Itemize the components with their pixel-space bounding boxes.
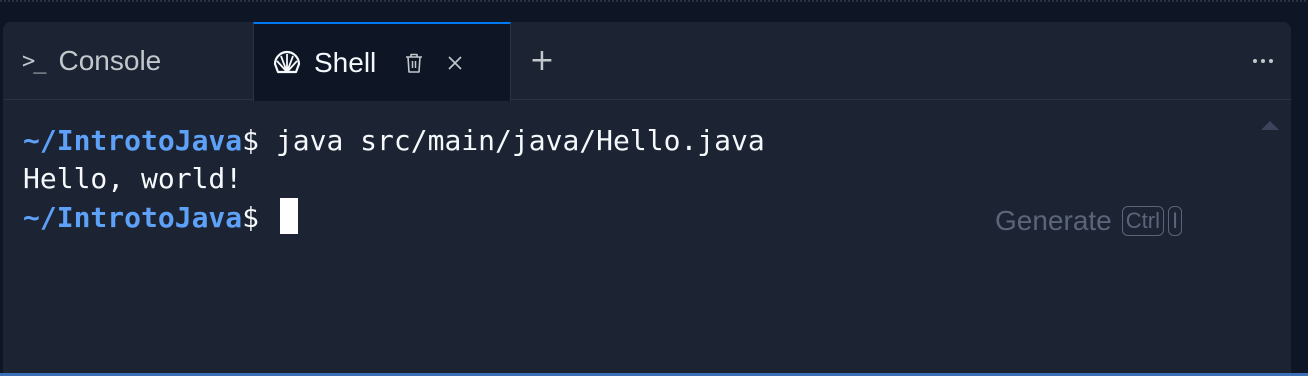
right-gutter bbox=[1291, 22, 1308, 373]
prompt-symbol: $ bbox=[242, 124, 276, 157]
command-text: java src/main/java/Hello.java bbox=[275, 124, 765, 157]
kbd-ctrl: Ctrl bbox=[1121, 206, 1164, 236]
output-text: Hello, world! bbox=[23, 162, 243, 195]
window-top-border bbox=[0, 0, 1308, 2]
generate-hint[interactable]: Generate Ctrl I bbox=[995, 204, 1183, 238]
shell-icon bbox=[273, 50, 301, 73]
terminal-cursor bbox=[279, 198, 298, 234]
tab-shell[interactable]: Shell bbox=[253, 22, 511, 101]
kbd-i: I bbox=[1167, 206, 1183, 236]
add-tab-button[interactable]: + bbox=[525, 44, 559, 78]
generate-label: Generate bbox=[995, 205, 1112, 236]
terminal-line: Hello, world! bbox=[23, 160, 242, 198]
tab-bar: >_ Console Shell + bbox=[3, 22, 1291, 101]
more-horizontal-icon[interactable] bbox=[1243, 46, 1283, 76]
terminal-panel: >_ Console Shell + ~/IntrotoJava$ java s… bbox=[3, 22, 1291, 376]
terminal-prompt-icon: >_ bbox=[22, 48, 46, 74]
trash-icon[interactable] bbox=[404, 52, 424, 74]
prompt-cwd: ~/IntrotoJava bbox=[23, 124, 243, 157]
scroll-up-arrow-icon[interactable] bbox=[1261, 121, 1279, 130]
prompt-cwd: ~/IntrotoJava bbox=[23, 201, 243, 234]
prompt-symbol: $ bbox=[242, 201, 276, 234]
tab-console-label: Console bbox=[58, 45, 162, 76]
tab-console[interactable]: >_ Console bbox=[3, 22, 253, 100]
close-icon[interactable] bbox=[446, 54, 464, 72]
terminal-line: ~/IntrotoJava$ java src/main/java/Hello.… bbox=[23, 122, 765, 160]
terminal-line: ~/IntrotoJava$ bbox=[23, 198, 298, 237]
terminal-output[interactable]: ~/IntrotoJava$ java src/main/java/Hello.… bbox=[3, 101, 1291, 376]
tab-shell-label: Shell bbox=[314, 46, 377, 78]
